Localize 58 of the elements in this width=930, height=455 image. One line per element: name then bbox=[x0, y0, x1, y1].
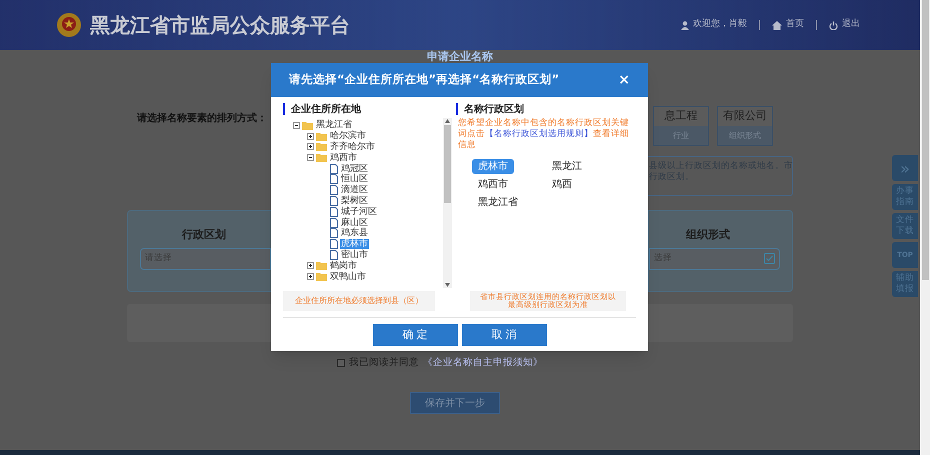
agree-checkbox[interactable] bbox=[337, 359, 345, 368]
dialog-title: 请先选择“企业住所所在地”再选择“名称行政区划” bbox=[289, 71, 560, 88]
expand-icon[interactable] bbox=[307, 262, 314, 270]
notice-link[interactable]: 《企业名称自主申报须知》 bbox=[423, 356, 543, 370]
tree-item[interactable]: 鸡西市 bbox=[329, 152, 358, 163]
cancel-button[interactable]: 取 消 bbox=[462, 324, 546, 346]
tree-item[interactable]: 鸡东县 bbox=[340, 228, 369, 238]
tree-item[interactable]: 鸡冠区 bbox=[340, 164, 369, 174]
region-option[interactable]: 黑龙江 bbox=[546, 159, 588, 174]
tree-item[interactable]: 麻山区 bbox=[340, 218, 369, 228]
scroll-up-icon[interactable] bbox=[445, 119, 450, 123]
confirm-button[interactable]: 确 定 bbox=[372, 324, 458, 346]
tree-item[interactable]: 鹤岗市 bbox=[329, 260, 358, 271]
section-heading: 企业住所所在地 bbox=[291, 102, 361, 116]
agree-text: 我已阅读并同意 bbox=[349, 356, 419, 370]
checkbox-icon bbox=[764, 253, 775, 264]
home-icon bbox=[772, 20, 782, 30]
welcome-text: 欢迎您，肖毅 bbox=[693, 18, 747, 32]
location-note: 企业住所所在地必须选择到县（区） bbox=[283, 291, 435, 311]
field-label: 组织形式 bbox=[686, 227, 730, 243]
region-option[interactable]: 鸡西市 bbox=[472, 177, 514, 192]
emblem-icon bbox=[56, 12, 82, 38]
tree-item[interactable]: 梨树区 bbox=[340, 196, 369, 206]
folder-icon bbox=[316, 132, 327, 141]
site-title: 黑龙江省市监局公众服务平台 bbox=[90, 12, 350, 39]
page-title: 申请企业名称 bbox=[427, 51, 493, 63]
expand-icon[interactable] bbox=[307, 273, 314, 280]
tree-item[interactable]: 密山市 bbox=[340, 250, 369, 260]
scroll-down-icon[interactable] bbox=[445, 283, 450, 287]
tree-item[interactable]: 滴道区 bbox=[340, 185, 369, 196]
tree-item[interactable]: 哈尔滨市 bbox=[329, 131, 367, 142]
close-button[interactable]: × bbox=[618, 73, 630, 87]
tree-item[interactable]: 双鸭山市 bbox=[329, 272, 367, 282]
hint-text: 您希望企业名称中包含的名称行政区划关键词点击【名称行政区划选用规则】查看详细信息 bbox=[457, 118, 630, 151]
folder-icon bbox=[316, 142, 327, 152]
folder-icon bbox=[316, 153, 327, 162]
folder-icon bbox=[316, 261, 327, 270]
power-icon bbox=[829, 20, 838, 30]
logout-link[interactable]: 退出 bbox=[829, 18, 860, 32]
tree-scrollbar[interactable] bbox=[443, 118, 452, 288]
tree-item[interactable]: 城子河区 bbox=[340, 206, 378, 217]
home-link[interactable]: 首页 bbox=[772, 18, 804, 32]
folder-icon bbox=[316, 272, 327, 282]
collapse-icon[interactable] bbox=[293, 122, 300, 129]
tree-item[interactable]: 黑龙江省 bbox=[315, 120, 353, 130]
collapse-icon[interactable] bbox=[307, 154, 314, 162]
rules-link[interactable]: 【名称行政区划选用规则】 bbox=[485, 129, 593, 139]
region-option[interactable]: 黑龙江省 bbox=[472, 195, 524, 210]
field-label: 行政区划 bbox=[182, 227, 226, 243]
expand-icon[interactable] bbox=[307, 143, 314, 150]
section-heading: 名称行政区划 bbox=[464, 102, 524, 116]
tree-item[interactable]: 恒山区 bbox=[340, 174, 369, 184]
region-option[interactable]: 鸡西 bbox=[546, 177, 578, 192]
tree-item[interactable]: 齐齐哈尔市 bbox=[329, 142, 376, 152]
expand-icon[interactable] bbox=[307, 132, 314, 140]
order-label: 请选择名称要素的排列方式： bbox=[136, 111, 267, 126]
folder-icon bbox=[302, 120, 313, 130]
user-icon bbox=[681, 20, 689, 30]
